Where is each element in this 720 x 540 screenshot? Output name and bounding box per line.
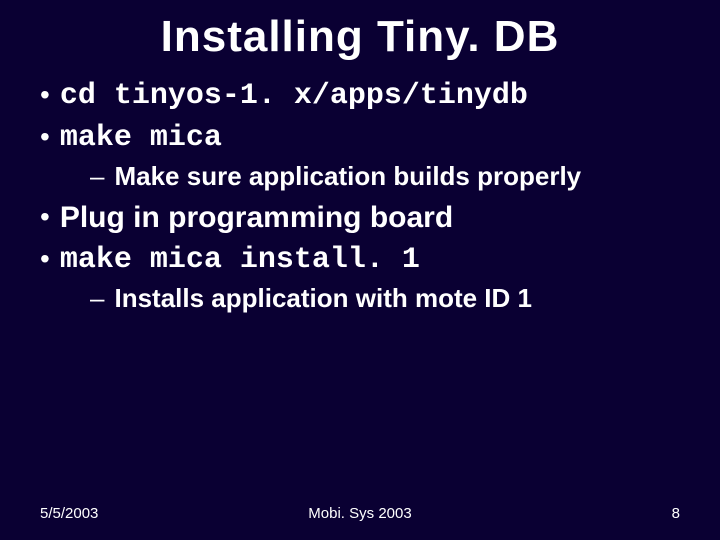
slide-footer: 5/5/2003 Mobi. Sys 2003 8 bbox=[0, 505, 720, 522]
bullet-item: • make mica bbox=[40, 120, 700, 156]
sub-bullet-text: Installs application with mote ID 1 bbox=[114, 282, 532, 314]
bullet-marker: • bbox=[40, 78, 50, 112]
bullet-marker: • bbox=[40, 242, 50, 276]
footer-event: Mobi. Sys 2003 bbox=[0, 505, 720, 522]
bullet-text: make mica bbox=[60, 120, 222, 156]
bullet-item: • Plug in programming board bbox=[40, 200, 700, 236]
slide-content: • cd tinyos-1. x/apps/tinydb • make mica… bbox=[0, 78, 720, 314]
bullet-marker: • bbox=[40, 200, 50, 234]
bullet-marker: • bbox=[40, 120, 50, 154]
bullet-item: • make mica install. 1 bbox=[40, 242, 700, 278]
bullet-text: cd tinyos-1. x/apps/tinydb bbox=[60, 78, 528, 114]
sub-bullet-item: – Make sure application builds properly bbox=[90, 160, 700, 192]
bullet-text: make mica install. 1 bbox=[60, 242, 420, 278]
bullet-item: • cd tinyos-1. x/apps/tinydb bbox=[40, 78, 700, 114]
slide: Installing Tiny. DB • cd tinyos-1. x/app… bbox=[0, 0, 720, 540]
sub-bullet-marker: – bbox=[90, 282, 104, 314]
sub-bullet-text: Make sure application builds properly bbox=[114, 160, 581, 192]
sub-bullet-marker: – bbox=[90, 160, 104, 192]
sub-bullet-item: – Installs application with mote ID 1 bbox=[90, 282, 700, 314]
bullet-text: Plug in programming board bbox=[60, 200, 453, 236]
slide-title: Installing Tiny. DB bbox=[0, 0, 720, 72]
